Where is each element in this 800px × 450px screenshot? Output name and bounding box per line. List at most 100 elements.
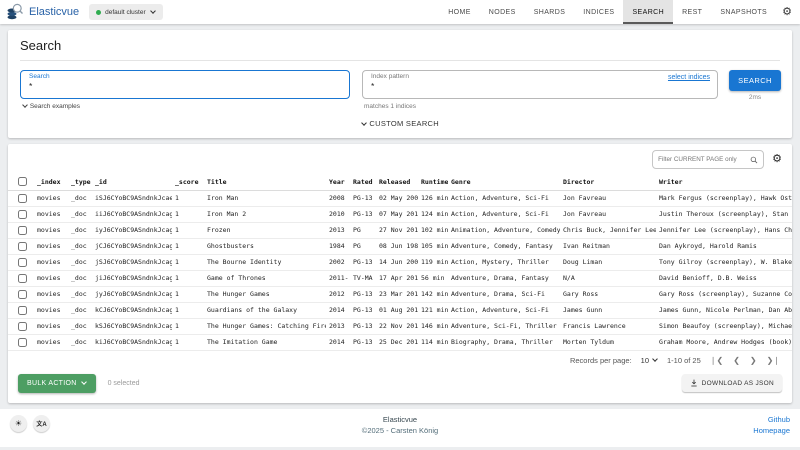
index-pattern-value: *	[371, 81, 709, 91]
results-panel: ⚙ _index_type_id_scoreTitleYearRatedRele…	[8, 144, 792, 403]
table-row[interactable]: movies_dociiJ6CYoBC9ASndnkJcag1Iron Man …	[8, 206, 792, 222]
table-cell: movies	[34, 286, 68, 302]
custom-search-toggle[interactable]: CUSTOM SEARCH	[20, 110, 780, 134]
table-cell: _doc	[68, 190, 92, 206]
table-cell: The Hunger Games	[204, 286, 326, 302]
select-indices-link[interactable]: select indices	[668, 74, 710, 81]
table-row[interactable]: movies_docjCJ6CYoBC9ASndnkJcag1Ghostbust…	[8, 238, 792, 254]
table-cell: movies	[34, 302, 68, 318]
row-checkbox[interactable]	[18, 290, 27, 299]
table-cell: _doc	[68, 334, 92, 350]
table-cell: _doc	[68, 222, 92, 238]
table-row[interactable]: movies_dockSJ6CYoBC9ASndnkJcag1The Hunge…	[8, 318, 792, 334]
table-cell: iyJ6CYoBC9ASndnkJcag	[92, 222, 172, 238]
row-checkbox[interactable]	[18, 322, 27, 331]
nav-tab-rest[interactable]: REST	[673, 0, 711, 24]
table-settings-gear-icon[interactable]: ⚙	[772, 154, 782, 165]
table-cell: movies	[34, 318, 68, 334]
cluster-selector-button[interactable]: default cluster	[89, 4, 162, 20]
nav-tab-snapshots[interactable]: SNAPSHOTS	[711, 0, 776, 24]
table-cell: jyJ6CYoBC9ASndnkJcag	[92, 286, 172, 302]
table-cell: PG-13	[350, 190, 376, 206]
filter-field[interactable]	[652, 150, 764, 169]
column-header-writer[interactable]: Writer	[656, 174, 792, 190]
search-panel: Search Search * Search examples Index pa…	[8, 30, 792, 138]
table-cell: Biography, Drama, Thriller	[448, 334, 560, 350]
search-examples-toggle[interactable]: Search examples	[22, 103, 350, 110]
table-row[interactable]: movies_docjSJ6CYoBC9ASndnkJcag1The Bourn…	[8, 254, 792, 270]
row-checkbox[interactable]	[18, 338, 27, 347]
homepage-link[interactable]: Homepage	[753, 426, 790, 435]
table-cell: Ghostbusters	[204, 238, 326, 254]
table-cell: Animation, Adventure, Comedy	[448, 222, 560, 238]
nav-tab-nodes[interactable]: NODES	[480, 0, 525, 24]
app-title: Elasticvue	[29, 6, 79, 18]
settings-gear-icon[interactable]: ⚙	[782, 7, 792, 18]
records-per-page-label: Records per page:	[570, 356, 632, 365]
row-checkbox[interactable]	[18, 226, 27, 235]
table-cell: Adventure, Comedy, Fantasy	[448, 238, 560, 254]
bulk-action-button[interactable]: BULK ACTION	[18, 374, 96, 393]
table-cell: 01 Aug 2014	[376, 302, 418, 318]
last-page-icon[interactable]: ❯❘	[767, 356, 780, 365]
next-page-icon[interactable]: ❯	[750, 356, 757, 365]
index-pattern-field[interactable]: Index pattern * select indices	[362, 70, 718, 99]
column-header-rated[interactable]: Rated	[350, 174, 376, 190]
table-row[interactable]: movies_docjyJ6CYoBC9ASndnkJcag1The Hunge…	[8, 286, 792, 302]
column-header-runtime[interactable]: Runtime	[418, 174, 448, 190]
row-checkbox[interactable]	[18, 258, 27, 267]
search-form: Search * Search examples Index pattern *…	[20, 70, 780, 110]
table-row[interactable]: movies_dociSJ6CYoBC9ASndnkJcae1Iron Man2…	[8, 190, 792, 206]
row-checkbox[interactable]	[18, 306, 27, 315]
table-cell: jSJ6CYoBC9ASndnkJcag	[92, 254, 172, 270]
row-checkbox[interactable]	[18, 194, 27, 203]
first-page-icon[interactable]: ❘❮	[710, 356, 723, 365]
download-json-button[interactable]: DOWNLOAD AS JSON	[682, 374, 782, 392]
row-checkbox[interactable]	[18, 210, 27, 219]
column-header-director[interactable]: Director	[560, 174, 656, 190]
table-cell: Gary Ross (screenplay), Suzanne Collins …	[656, 286, 792, 302]
table-cell: _doc	[68, 254, 92, 270]
column-header-released[interactable]: Released	[376, 174, 418, 190]
column-header-year[interactable]: Year	[326, 174, 350, 190]
nav-tab-shards[interactable]: SHARDS	[525, 0, 575, 24]
table-row[interactable]: movies_dockiJ6CYoBC9ASndnkJcag1The Imita…	[8, 334, 792, 350]
nav-tab-search[interactable]: SEARCH	[623, 0, 673, 24]
column-header-title[interactable]: Title	[204, 174, 326, 190]
table-cell: _doc	[68, 286, 92, 302]
table-cell: 1	[172, 270, 204, 286]
table-row[interactable]: movies_dockCJ6CYoBC9ASndnkJcag1Guardians…	[8, 302, 792, 318]
prev-page-icon[interactable]: ❮	[733, 356, 740, 365]
column-header-id[interactable]: _id	[92, 174, 172, 190]
column-header-genre[interactable]: Genre	[448, 174, 560, 190]
row-checkbox[interactable]	[18, 274, 27, 283]
nav-tab-home[interactable]: HOME	[439, 0, 480, 24]
search-query-field[interactable]: Search *	[20, 70, 350, 99]
nav-tab-indices[interactable]: INDICES	[574, 0, 623, 24]
table-cell: Francis Lawrence	[560, 318, 656, 334]
github-link[interactable]: Github	[753, 415, 790, 424]
table-row[interactable]: movies_dociyJ6CYoBC9ASndnkJcag1Frozen201…	[8, 222, 792, 238]
table-cell: PG-13	[350, 334, 376, 350]
table-cell: 121 min	[418, 302, 448, 318]
filter-input[interactable]	[658, 156, 750, 163]
column-header-score[interactable]: _score	[172, 174, 204, 190]
table-cell: iiJ6CYoBC9ASndnkJcag	[92, 206, 172, 222]
results-table: _index_type_id_scoreTitleYearRatedReleas…	[8, 174, 792, 351]
results-header-row: _index_type_id_scoreTitleYearRatedReleas…	[8, 174, 792, 190]
table-cell: Frozen	[204, 222, 326, 238]
column-header-type[interactable]: _type	[68, 174, 92, 190]
pagination-range: 1-10 of 25	[667, 356, 701, 365]
search-button[interactable]: SEARCH	[729, 70, 781, 91]
table-cell: 2011-	[326, 270, 350, 286]
table-cell: 2010	[326, 206, 350, 222]
table-cell: Gary Ross	[560, 286, 656, 302]
records-per-page-select[interactable]: 10	[641, 356, 658, 365]
table-row[interactable]: movies_docjiJ6CYoBC9ASndnkJcag1Game of T…	[8, 270, 792, 286]
select-all-checkbox[interactable]	[18, 177, 27, 186]
table-cell: N/A	[560, 270, 656, 286]
table-cell: jCJ6CYoBC9ASndnkJcag	[92, 238, 172, 254]
row-checkbox[interactable]	[18, 242, 27, 251]
column-header-index[interactable]: _index	[34, 174, 68, 190]
table-cell: David Benioff, D.B. Weiss	[656, 270, 792, 286]
